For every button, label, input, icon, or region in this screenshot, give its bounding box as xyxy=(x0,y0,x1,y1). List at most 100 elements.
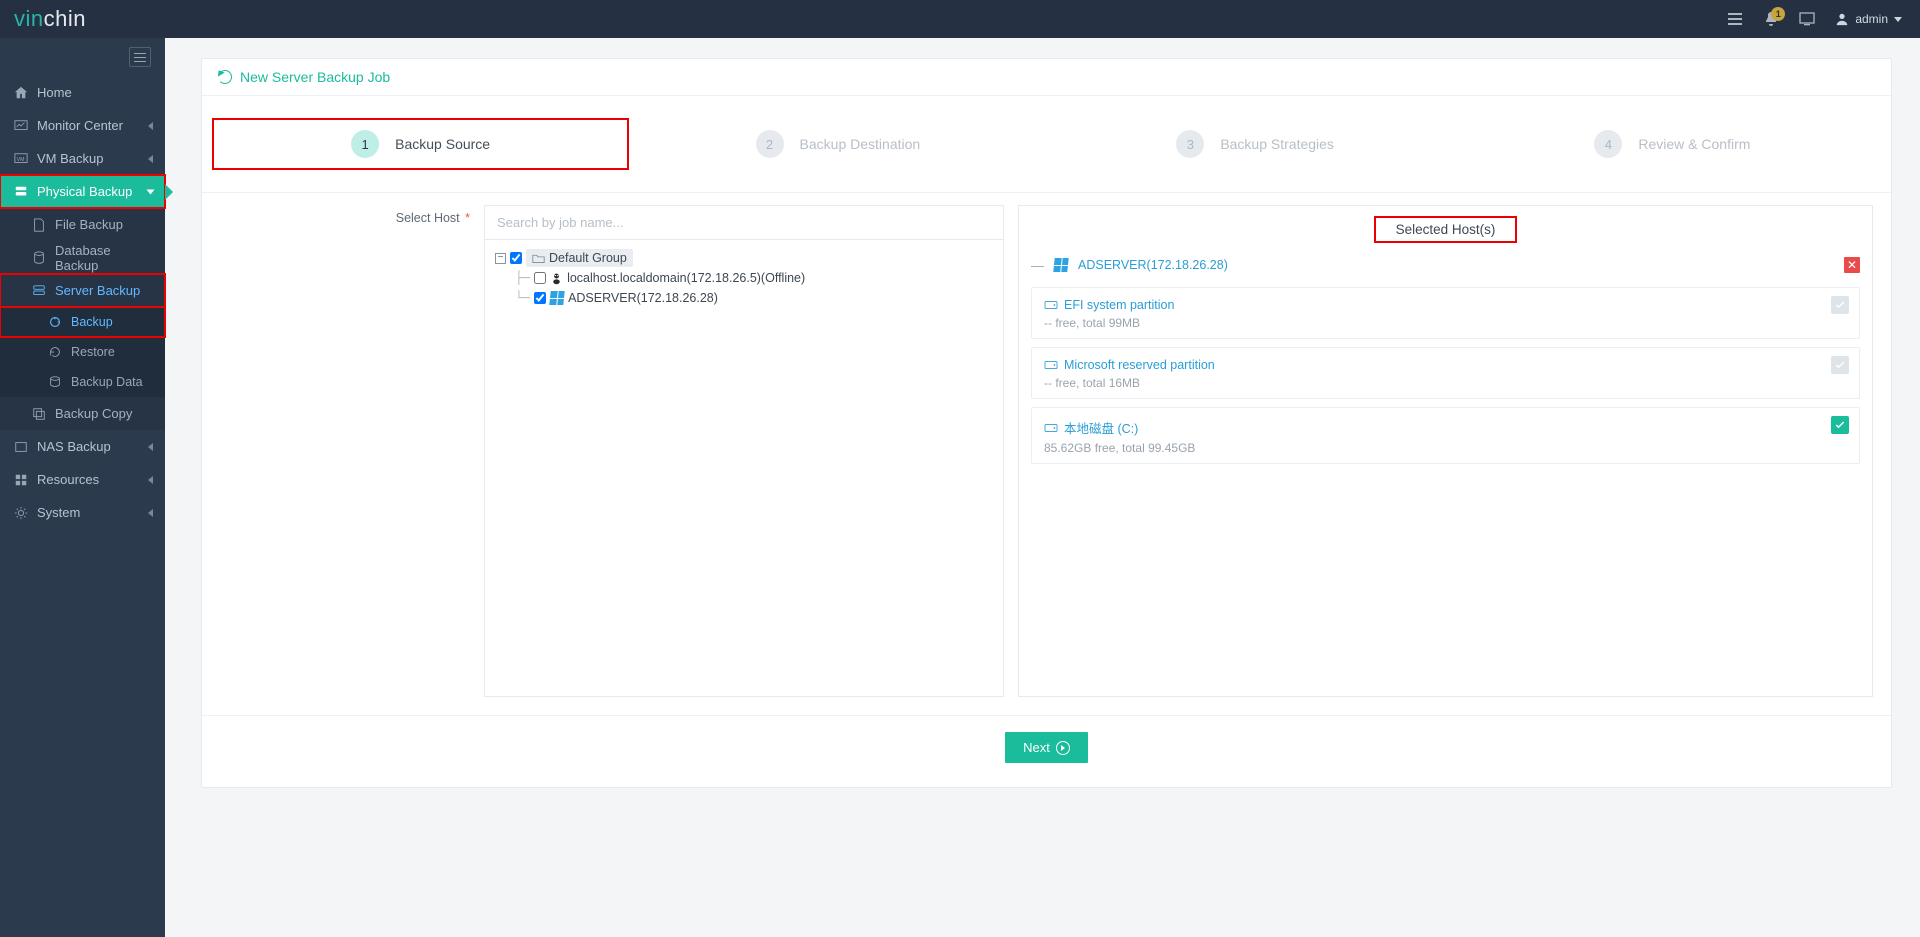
tree-host-row[interactable]: ├─ localhost.localdomain(172.18.26.5)(Of… xyxy=(495,268,993,288)
sidebar-toggle[interactable] xyxy=(0,38,165,76)
data-icon xyxy=(48,375,62,389)
physical-subnav: File Backup Database Backup Server Backu… xyxy=(0,208,165,430)
host-checkbox[interactable] xyxy=(534,292,546,304)
partition-checkbox[interactable] xyxy=(1831,356,1849,374)
disk-icon xyxy=(1044,299,1058,311)
linux-icon xyxy=(550,272,563,285)
sidebar-label: Restore xyxy=(71,345,153,359)
sidebar-label: Server Backup xyxy=(55,283,153,298)
sidebar-item-database-backup[interactable]: Database Backup xyxy=(0,241,165,274)
sidebar-item-vm-backup[interactable]: VM VM Backup xyxy=(0,142,165,175)
sidebar-label: Physical Backup xyxy=(37,184,139,199)
check-icon xyxy=(1834,359,1846,371)
step-title: Backup Destination xyxy=(800,136,921,152)
sidebar-label: VM Backup xyxy=(37,151,139,166)
server-icon xyxy=(14,185,28,199)
sidebar-item-file-backup[interactable]: File Backup xyxy=(0,208,165,241)
host-checkbox[interactable] xyxy=(534,272,546,284)
sidebar-item-backup-data[interactable]: Backup Data xyxy=(0,367,165,397)
sidebar-label: Backup Copy xyxy=(55,406,153,421)
screen-icon[interactable] xyxy=(1799,11,1815,27)
step-4[interactable]: 4 Review & Confirm xyxy=(1464,118,1881,170)
panel: New Server Backup Job 1 Backup Source 2 … xyxy=(201,58,1892,788)
check-icon xyxy=(1834,419,1846,431)
brand-logo: vinchin xyxy=(14,6,86,32)
user-name: admin xyxy=(1855,12,1888,26)
step-num: 3 xyxy=(1176,130,1204,158)
sidebar-item-backup-copy[interactable]: Backup Copy xyxy=(0,397,165,430)
gear-icon xyxy=(14,506,28,520)
selected-host-row: — ADSERVER(172.18.26.28) ✕ xyxy=(1019,251,1872,279)
sidebar-label: Monitor Center xyxy=(37,118,139,133)
sidebar-item-nas-backup[interactable]: NAS Backup xyxy=(0,430,165,463)
tree-collapse-icon[interactable]: − xyxy=(495,253,506,264)
partition-detail: 85.62GB free, total 99.45GB xyxy=(1044,441,1847,455)
sidebar-label: System xyxy=(37,505,139,520)
select-host-label: Select Host * xyxy=(220,205,470,697)
list-icon[interactable] xyxy=(1727,11,1743,27)
step-3[interactable]: 3 Backup Strategies xyxy=(1047,118,1464,170)
wizard-steps: 1 Backup Source 2 Backup Destination 3 B… xyxy=(202,96,1891,193)
file-icon xyxy=(32,218,46,232)
windows-icon xyxy=(1053,258,1068,272)
page-title: New Server Backup Job xyxy=(240,69,390,85)
partition-card[interactable]: 本地磁盘 (C:) 85.62GB free, total 99.45GB xyxy=(1031,407,1860,464)
sidebar-item-monitor[interactable]: Monitor Center xyxy=(0,109,165,142)
host-tree: − Default Group ├─ localhost.localdoma xyxy=(485,240,1003,318)
next-label: Next xyxy=(1023,740,1050,755)
required-marker: * xyxy=(462,211,470,225)
user-icon xyxy=(1835,12,1849,26)
chevron-icon xyxy=(148,122,153,130)
topbar: vinchin 1 admin xyxy=(0,0,1920,38)
brand-part1: vin xyxy=(14,6,44,32)
step-2[interactable]: 2 Backup Destination xyxy=(629,118,1046,170)
user-menu[interactable]: admin xyxy=(1835,12,1902,26)
step-title: Backup Strategies xyxy=(1220,136,1334,152)
group-checkbox[interactable] xyxy=(510,252,522,264)
refresh-icon[interactable] xyxy=(218,70,232,84)
partition-checkbox[interactable] xyxy=(1831,416,1849,434)
vm-icon: VM xyxy=(14,152,28,166)
partition-name: Microsoft reserved partition xyxy=(1064,358,1215,372)
remove-host-button[interactable]: ✕ xyxy=(1844,257,1860,273)
step-title: Review & Confirm xyxy=(1638,136,1750,152)
chevron-down-icon xyxy=(147,189,155,194)
panel-body: Select Host * − Default Group xyxy=(202,193,1891,715)
sidebar-item-restore[interactable]: Restore xyxy=(0,337,165,367)
topbar-right: 1 admin xyxy=(1727,11,1902,27)
bell-icon[interactable]: 1 xyxy=(1763,11,1779,27)
selected-host-name: ADSERVER(172.18.26.28) xyxy=(1078,258,1834,272)
panel-header: New Server Backup Job xyxy=(202,59,1891,96)
caret-down-icon xyxy=(1894,17,1902,22)
disk-icon xyxy=(1044,422,1058,434)
chevron-icon xyxy=(148,443,153,451)
sidebar-item-physical-backup[interactable]: Physical Backup xyxy=(0,175,165,208)
brand-part2: chin xyxy=(44,6,86,32)
sidebar-item-backup[interactable]: Backup xyxy=(0,307,165,337)
sidebar-label: NAS Backup xyxy=(37,439,139,454)
sidebar-label: Database Backup xyxy=(55,243,153,273)
sidebar-item-server-backup[interactable]: Server Backup xyxy=(0,274,165,307)
sidebar-item-system[interactable]: System xyxy=(0,496,165,529)
server-stack-icon xyxy=(32,284,46,298)
sidebar-item-home[interactable]: Home xyxy=(0,76,165,109)
notif-badge: 1 xyxy=(1771,7,1785,21)
restore-icon xyxy=(48,345,62,359)
partition-card[interactable]: EFI system partition -- free, total 99MB xyxy=(1031,287,1860,339)
search-input[interactable] xyxy=(485,206,1003,240)
hamburger-icon xyxy=(129,47,151,67)
sidebar-label: Resources xyxy=(37,472,139,487)
svg-text:VM: VM xyxy=(17,156,25,162)
tree-group-row[interactable]: − Default Group xyxy=(495,248,993,268)
partition-checkbox[interactable] xyxy=(1831,296,1849,314)
step-num: 4 xyxy=(1594,130,1622,158)
step-num: 1 xyxy=(351,130,379,158)
selected-hosts-panel: Selected Host(s) — ADSERVER(172.18.26.28… xyxy=(1018,205,1873,697)
selected-hosts-title: Selected Host(s) xyxy=(1374,216,1518,243)
next-button[interactable]: Next xyxy=(1005,732,1088,763)
collapse-indicator[interactable]: — xyxy=(1031,258,1044,273)
tree-host-row[interactable]: └─ ADSERVER(172.18.26.28) xyxy=(495,288,993,308)
step-1[interactable]: 1 Backup Source xyxy=(212,118,629,170)
partition-card[interactable]: Microsoft reserved partition -- free, to… xyxy=(1031,347,1860,399)
sidebar-item-resources[interactable]: Resources xyxy=(0,463,165,496)
